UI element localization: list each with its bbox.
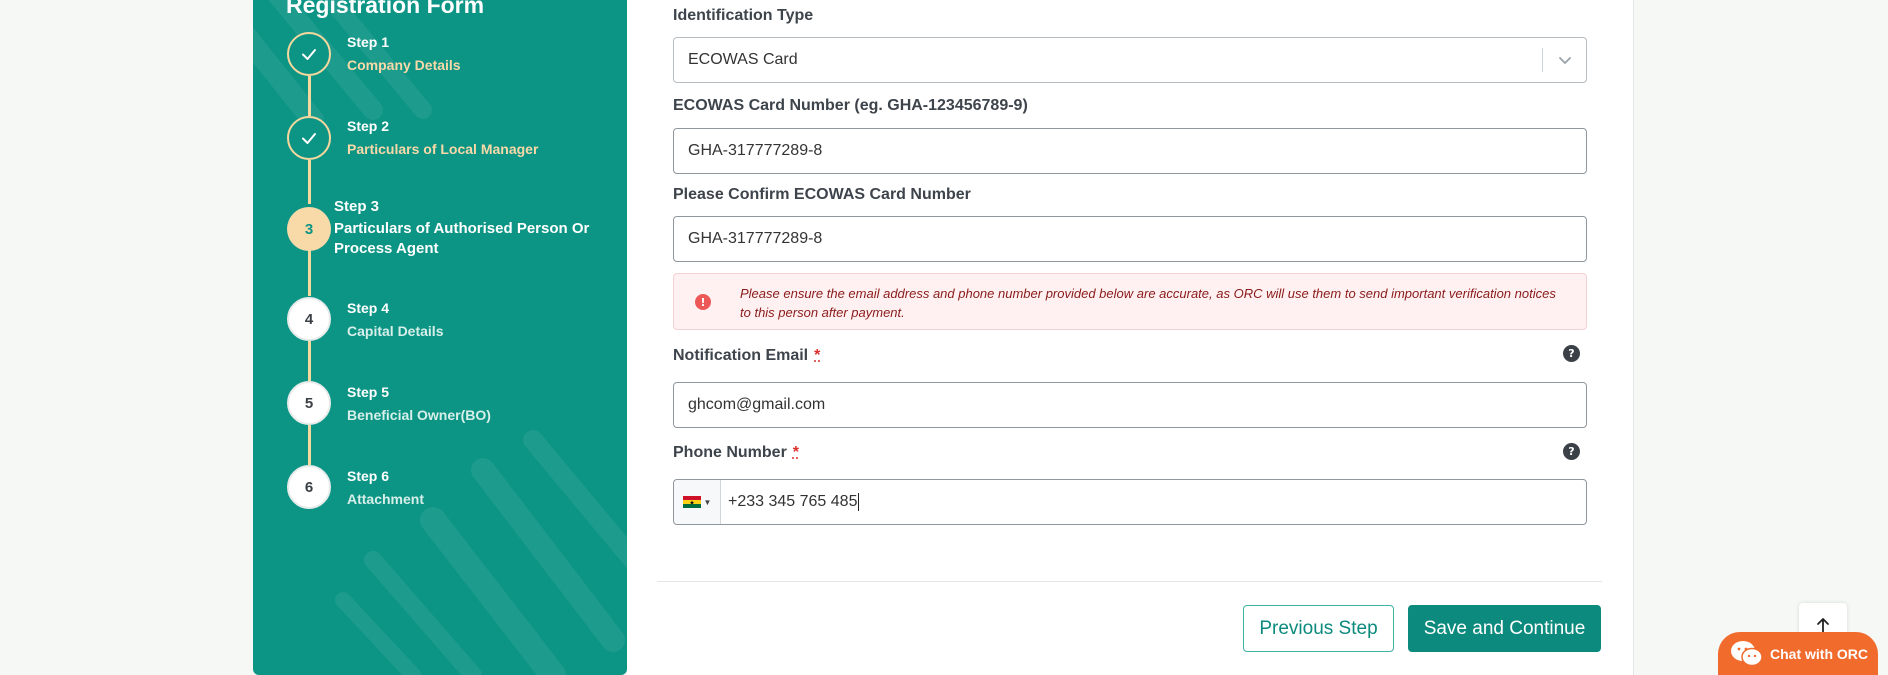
step-2[interactable]: Step 2 Particulars of Local Manager	[347, 118, 538, 158]
step-1-check-icon[interactable]	[287, 32, 331, 76]
step-4-label: Step 4	[347, 300, 390, 316]
step-1-title: Company Details	[347, 57, 461, 73]
phone-label: Phone Number *	[673, 444, 799, 462]
id-type-label: Identification Type	[673, 7, 814, 24]
registration-sidebar: Registration Form Step 1 Company Details…	[253, 0, 627, 675]
step-connector	[308, 160, 311, 204]
chat-label: Chat with ORC	[1770, 645, 1868, 662]
caret-down-icon: ▼	[703, 497, 712, 507]
step-2-check-icon[interactable]	[287, 116, 331, 160]
email-label: Notification Email *	[673, 347, 820, 365]
exclamation-icon: !	[695, 294, 711, 310]
alert-text: Please ensure the email address and phon…	[740, 286, 1556, 320]
step-6-title: Attachment	[347, 491, 425, 507]
email-value: ghcom@gmail.com	[688, 396, 826, 413]
chevron-down-icon[interactable]	[1556, 51, 1574, 69]
phone-input[interactable]: ▼ +233 345 765 485	[673, 479, 1587, 525]
id-type-select[interactable]: ECOWAS Card	[673, 37, 1587, 83]
email-label-text: Notification Email	[673, 347, 809, 364]
text-cursor	[858, 493, 860, 511]
step-4-title: Capital Details	[347, 323, 444, 339]
step-5-label: Step 5	[347, 384, 390, 400]
confirm-card-number-value: GHA-317777289-8	[688, 230, 823, 247]
step-3-title: Particulars of Authorised Person Or Proc…	[334, 220, 590, 257]
confirm-card-number-label: Please Confirm ECOWAS Card Number	[673, 186, 971, 203]
step-5-title: Beneficial Owner(BO)	[347, 407, 491, 423]
previous-step-button[interactable]: Previous Step	[1243, 605, 1394, 652]
save-and-continue-button[interactable]: Save and Continue	[1408, 605, 1601, 652]
step-5-number[interactable]: 5	[287, 381, 331, 425]
phone-help-icon[interactable]: ?	[1563, 443, 1580, 460]
required-marker: *	[814, 347, 821, 364]
step-3-label: Step 3	[334, 198, 380, 215]
step-6-number[interactable]: 6	[287, 465, 331, 509]
phone-value: +233 345 765 485	[728, 493, 858, 510]
step-1[interactable]: Step 1 Company Details	[347, 34, 461, 74]
form-divider	[657, 581, 1602, 582]
step-connector	[308, 76, 311, 116]
chat-bubbles-icon	[1731, 640, 1763, 666]
card-number-input[interactable]: GHA-317777289-8	[673, 128, 1587, 174]
step-5[interactable]: Step 5 Beneficial Owner(BO)	[347, 384, 491, 424]
confirm-card-number-input[interactable]: GHA-317777289-8	[673, 216, 1587, 262]
card-number-label: ECOWAS Card Number (eg. GHA-123456789-9)	[673, 97, 1028, 114]
select-separator	[1542, 48, 1543, 72]
step-4[interactable]: Step 4 Capital Details	[347, 300, 443, 340]
sidebar-title: Registration Form	[286, 0, 485, 18]
step-1-label: Step 1	[347, 34, 390, 50]
card-number-value: GHA-317777289-8	[688, 142, 823, 159]
step-connector	[308, 341, 311, 381]
country-code-selector[interactable]: ▼	[674, 480, 721, 524]
step-6[interactable]: Step 6 Attachment	[347, 468, 424, 508]
step-connector	[308, 248, 311, 296]
phone-label-text: Phone Number	[673, 444, 787, 461]
step-2-label: Step 2	[347, 118, 390, 134]
step-6-label: Step 6	[347, 468, 390, 484]
required-marker: *	[792, 444, 800, 461]
step-4-number[interactable]: 4	[287, 297, 331, 341]
step-2-title: Particulars of Local Manager	[347, 141, 539, 157]
step-3-number[interactable]: 3	[287, 207, 331, 251]
id-type-value: ECOWAS Card	[688, 51, 798, 68]
chat-with-orc-button[interactable]: Chat with ORC	[1718, 632, 1878, 675]
ghana-flag-icon	[682, 496, 701, 508]
email-input[interactable]: ghcom@gmail.com	[673, 382, 1587, 428]
step-connector	[308, 425, 311, 465]
verification-alert: ! Please ensure the email address and ph…	[673, 273, 1587, 330]
email-help-icon[interactable]: ?	[1563, 345, 1580, 362]
step-3[interactable]: Step 3 Particulars of Authorised Person …	[334, 198, 604, 259]
